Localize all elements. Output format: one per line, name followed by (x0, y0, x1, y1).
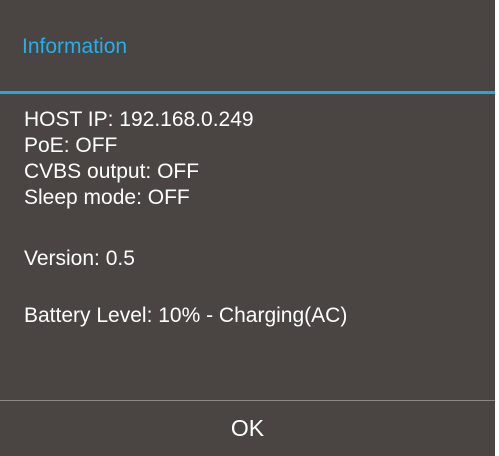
dialog-title: Information (22, 35, 128, 58)
battery-level-text: Battery Level: 10% - Charging(AC) (24, 304, 348, 327)
host-ip-text: HOST IP: 192.168.0.249 (24, 108, 254, 131)
poe-status-text: PoE: OFF (24, 134, 118, 157)
sleep-mode-text: Sleep mode: OFF (24, 186, 190, 209)
cvbs-output-text: CVBS output: OFF (24, 160, 200, 183)
ok-button[interactable]: OK (0, 401, 495, 456)
information-dialog: Information HOST IP: 192.168.0.249 PoE: … (0, 0, 495, 456)
title-divider (0, 91, 495, 94)
version-text: Version: 0.5 (24, 247, 135, 270)
